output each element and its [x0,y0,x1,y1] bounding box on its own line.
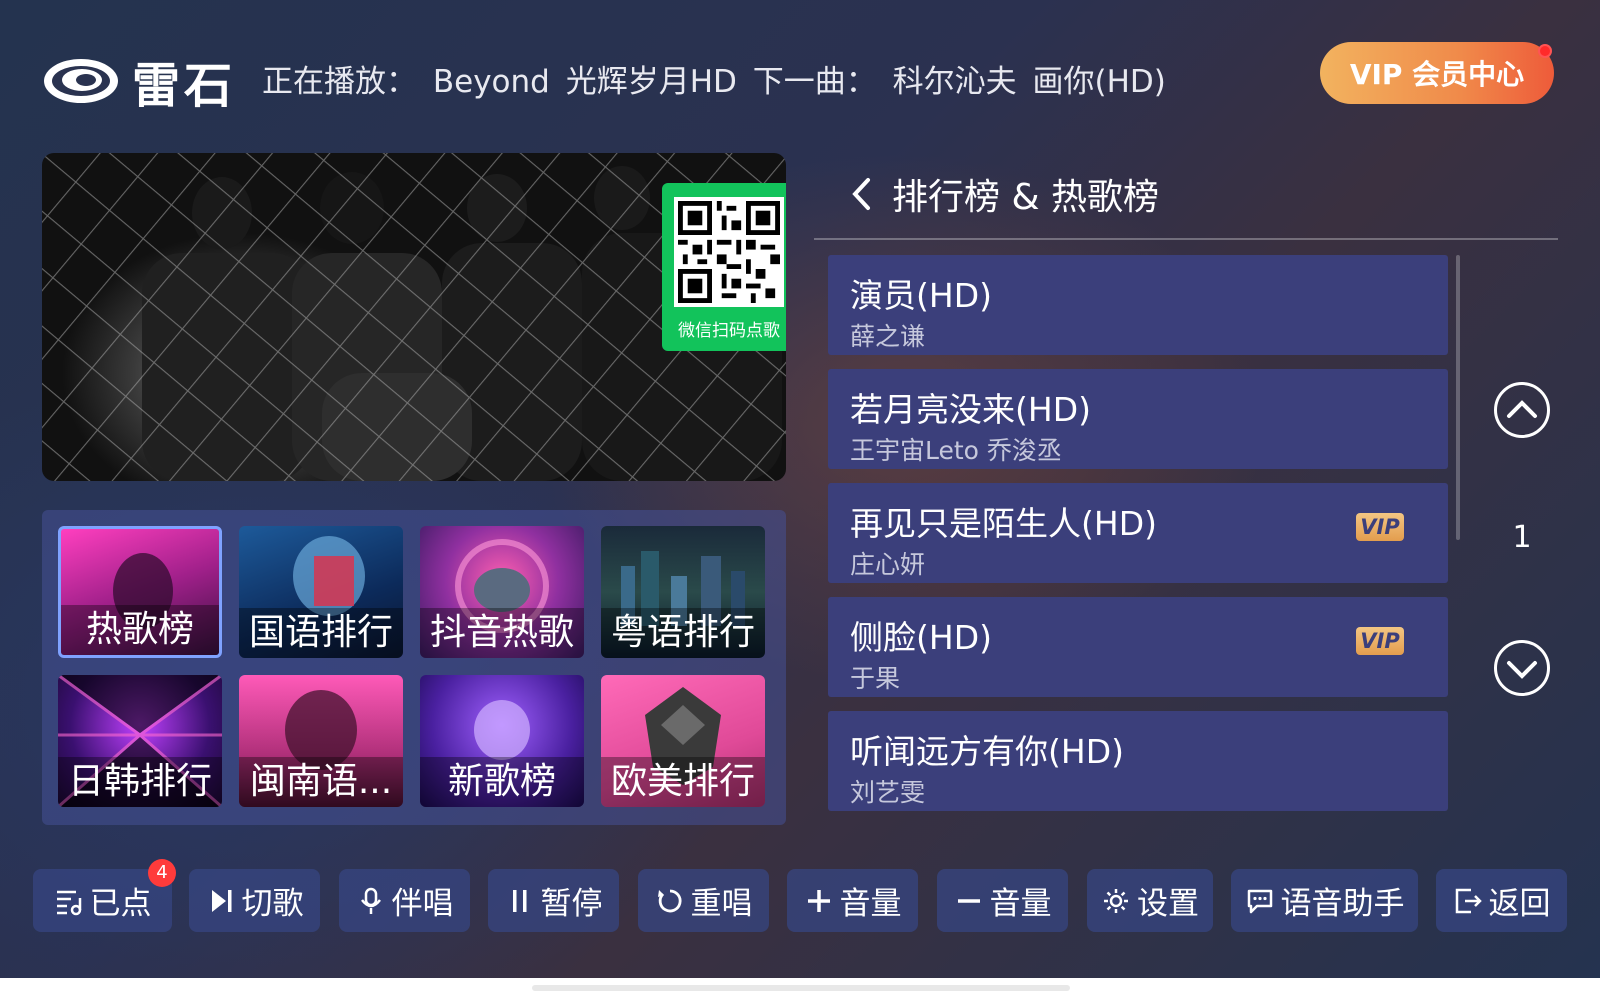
microphone-icon [360,887,381,914]
qr-code [674,197,784,307]
category-label: 日韩排行 [58,757,222,807]
chat-bubble-icon [1247,889,1272,913]
list-scrollbar[interactable] [1456,255,1460,540]
song-title: 再见只是陌生人(HD) [850,504,1157,543]
next-song-title: 画你(HD) [1032,64,1166,100]
settings-label: 设置 [1137,886,1199,922]
category-douyin[interactable]: 抖音热歌 [420,526,584,658]
category-jpkr[interactable]: 日韩排行 [58,675,222,807]
replay-button[interactable]: 重唱 [638,869,769,932]
settings-button[interactable]: 设置 [1087,869,1213,932]
queued-songs-button[interactable]: 已点 4 [33,859,176,932]
volume-up-button[interactable]: 音量 [787,869,918,932]
accompany-button[interactable]: 伴唱 [339,869,470,932]
category-label: 抖音热歌 [420,608,584,658]
category-label: 闽南语... [239,757,403,807]
queued-count-badge: 4 [148,859,176,887]
song-title: 若月亮没来(HD) [850,390,1091,429]
app-logo: 雷石 [42,46,236,116]
category-label: 国语排行 [239,608,403,658]
now-playing-artist: Beyond [432,64,550,100]
song-row[interactable]: 再见只是陌生人(HD) 庄心妍 VIP [828,483,1448,583]
page-up-button[interactable] [1494,382,1550,438]
gear-icon [1104,888,1128,913]
skip-next-icon [211,889,231,912]
header-divider [814,238,1558,240]
logo-text: 雷石 [132,58,237,114]
list-header[interactable]: 排行榜 & 热歌榜 [850,168,1159,220]
category-western[interactable]: 欧美排行 [601,675,765,807]
song-row[interactable]: 侧脸(HD) 于果 VIP [828,597,1448,697]
vip-badge: VIP [1356,627,1404,655]
chevron-up-icon [1507,400,1537,418]
voice-assistant-button[interactable]: 语音助手 [1231,869,1418,932]
song-title: 侧脸(HD) [850,618,992,657]
home-indicator[interactable] [532,985,1070,991]
song-artist: 刘艺雯 [850,778,926,807]
category-label: 欧美排行 [601,757,765,807]
pause-label: 暂停 [540,886,603,922]
category-new[interactable]: 新歌榜 [420,675,584,807]
playlist-icon [56,890,81,915]
category-label: 热歌榜 [61,605,219,655]
song-artist: 王宇宙Leto 乔浚丞 [850,436,1062,465]
song-title: 听闻远方有你(HD) [850,732,1124,771]
back-label: 返回 [1488,886,1551,922]
notification-dot [1538,44,1552,58]
replay-label: 重唱 [690,886,753,922]
wechat-qr-panel: 微信扫码点歌 [662,183,786,351]
plus-icon [807,889,830,912]
category-label: 粤语排行 [601,608,765,658]
accompany-label: 伴唱 [391,886,454,922]
list-title: 排行榜 & 热歌榜 [892,177,1159,218]
qr-caption: 微信扫码点歌 [678,321,780,341]
minus-icon [957,898,980,903]
volume-down-button[interactable]: 音量 [937,869,1068,932]
voice-assistant-label: 语音助手 [1280,886,1405,922]
skip-button[interactable]: 切歌 [189,869,320,932]
volume-up-label: 音量 [839,886,902,922]
skip-label: 切歌 [241,886,304,922]
category-mandarin[interactable]: 国语排行 [239,526,403,658]
back-button[interactable]: 返回 [1436,869,1567,932]
vip-center-label: VIP 会员中心 [1349,58,1525,91]
song-artist: 于果 [850,664,901,693]
now-playing-song: 光辉岁月HD [565,64,737,100]
category-cantonese[interactable]: 粤语排行 [601,526,765,658]
song-artist: 薛之谦 [850,322,926,351]
song-title: 演员(HD) [850,276,992,315]
song-row[interactable]: 演员(HD) 薛之谦 [828,255,1448,355]
category-label: 新歌榜 [420,757,584,807]
video-preview[interactable]: 微信扫码点歌 [42,153,786,481]
now-playing-bar: 正在播放： Beyond 光辉岁月HD 下一曲： 科尔沁夫 画你(HD) [262,56,1172,101]
pause-button[interactable]: 暂停 [488,869,619,932]
category-hot[interactable]: 热歌榜 [58,526,222,658]
next-song-artist: 科尔沁夫 [892,64,1017,100]
volume-down-label: 音量 [989,886,1052,922]
logo-eye-icon [44,59,118,103]
queued-label: 已点 [89,886,152,922]
exit-icon [1455,888,1482,913]
pause-icon [512,889,526,912]
replay-icon [657,889,682,912]
qr-code-icon [678,201,780,303]
category-grid: 热歌榜 国语排行 抖音热歌 粤语排行 日韩排行 闽南语... 新歌榜 欧美排行 [42,510,786,825]
back-chevron-icon[interactable] [850,177,872,211]
page-down-button[interactable] [1494,640,1550,696]
page-number: 1 [1512,520,1532,555]
next-song-label: 下一曲： [752,64,877,100]
vip-center-button[interactable]: VIP 会员中心 [1320,42,1554,104]
song-row[interactable]: 听闻远方有你(HD) 刘艺雯 [828,711,1448,811]
vip-badge: VIP [1356,513,1404,541]
song-artist: 庄心妍 [850,550,926,579]
song-row[interactable]: 若月亮没来(HD) 王宇宙Leto 乔浚丞 [828,369,1448,469]
chevron-down-icon [1507,661,1537,679]
now-playing-label: 正在播放： [262,64,417,100]
category-minnan[interactable]: 闽南语... [239,675,403,807]
